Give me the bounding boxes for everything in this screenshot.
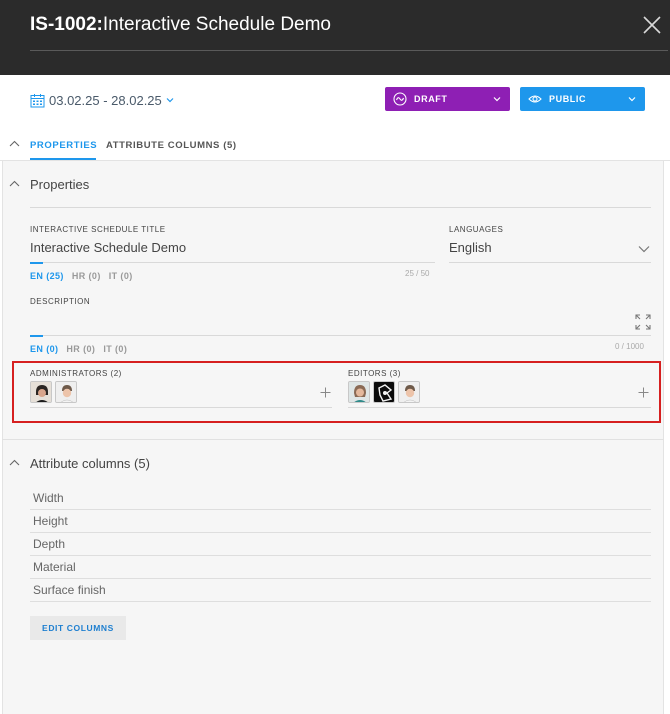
chevron-down-icon: [493, 97, 501, 102]
schedule-name: Interactive Schedule Demo: [102, 14, 331, 35]
tab-properties[interactable]: PROPERTIES: [30, 140, 97, 151]
lang-tab-hr[interactable]: HR (0): [72, 271, 101, 281]
status-icon: [393, 92, 407, 106]
section-separator: [2, 439, 664, 440]
lang-tab-en[interactable]: EN (0): [30, 344, 58, 354]
description-lang-indicator: [30, 335, 43, 337]
expand-icon[interactable]: [635, 314, 651, 330]
list-item: Depth: [30, 533, 651, 556]
status-label: DRAFT: [414, 94, 448, 104]
close-icon[interactable]: [641, 14, 663, 36]
title-language-tabs: EN (25) HR (0) IT (0): [30, 271, 133, 281]
properties-section-title: Properties: [30, 177, 90, 192]
lang-tab-hr[interactable]: HR (0): [66, 344, 95, 354]
description-underline: [30, 335, 651, 336]
calendar-icon: [30, 93, 45, 107]
modal-header: IS-1002:Interactive Schedule Demo: [0, 0, 670, 75]
languages-field-label: LANGUAGES: [449, 225, 504, 234]
title-underline: [30, 262, 435, 263]
tab-attribute-columns[interactable]: ATTRIBUTE COLUMNS (5): [106, 140, 237, 151]
schedule-code: IS-1002:: [30, 14, 103, 35]
lang-tab-en[interactable]: EN (25): [30, 271, 64, 281]
description-input[interactable]: [30, 312, 630, 332]
visibility-dropdown[interactable]: PUBLIC: [520, 87, 645, 111]
visibility-label: PUBLIC: [549, 94, 587, 104]
active-tab-indicator: [30, 158, 96, 160]
date-range-text: 03.02.25 - 28.02.25: [49, 92, 162, 108]
modal-title: IS-1002:Interactive Schedule Demo: [30, 14, 331, 36]
attribute-columns-section-title: Attribute columns (5): [30, 456, 150, 471]
chevron-up-icon[interactable]: [9, 459, 20, 466]
description-char-counter: 0 / 1000: [615, 342, 644, 351]
date-range-picker[interactable]: 03.02.25 - 28.02.25: [30, 91, 174, 109]
eye-icon: [528, 95, 542, 103]
highlight-frame: [12, 361, 661, 423]
languages-select[interactable]: English: [449, 240, 492, 255]
chevron-down-icon: [628, 97, 636, 102]
header-divider: [30, 50, 668, 51]
chevron-down-icon: [166, 98, 174, 103]
list-item: Material: [30, 556, 651, 579]
list-item: Height: [30, 510, 651, 533]
section-divider: [30, 207, 651, 208]
languages-underline: [449, 262, 651, 263]
title-field-label: INTERACTIVE SCHEDULE TITLE: [30, 225, 166, 234]
edit-columns-button[interactable]: EDIT COLUMNS: [30, 616, 126, 640]
title-input[interactable]: Interactive Schedule Demo: [30, 240, 186, 255]
chevron-down-icon[interactable]: [638, 245, 650, 253]
description-field-label: DESCRIPTION: [30, 297, 91, 306]
title-lang-indicator: [30, 262, 43, 264]
chevron-up-icon[interactable]: [9, 140, 20, 147]
lang-tab-it[interactable]: IT (0): [103, 344, 127, 354]
status-dropdown[interactable]: DRAFT: [385, 87, 510, 111]
description-language-tabs: EN (0) HR (0) IT (0): [30, 344, 127, 354]
lang-tab-it[interactable]: IT (0): [109, 271, 133, 281]
chevron-up-icon[interactable]: [9, 180, 20, 187]
title-char-counter: 25 / 50: [405, 269, 430, 278]
tab-bar: PROPERTIES ATTRIBUTE COLUMNS (5): [0, 130, 670, 161]
list-item: Surface finish: [30, 579, 651, 602]
list-item: Width: [30, 487, 651, 510]
